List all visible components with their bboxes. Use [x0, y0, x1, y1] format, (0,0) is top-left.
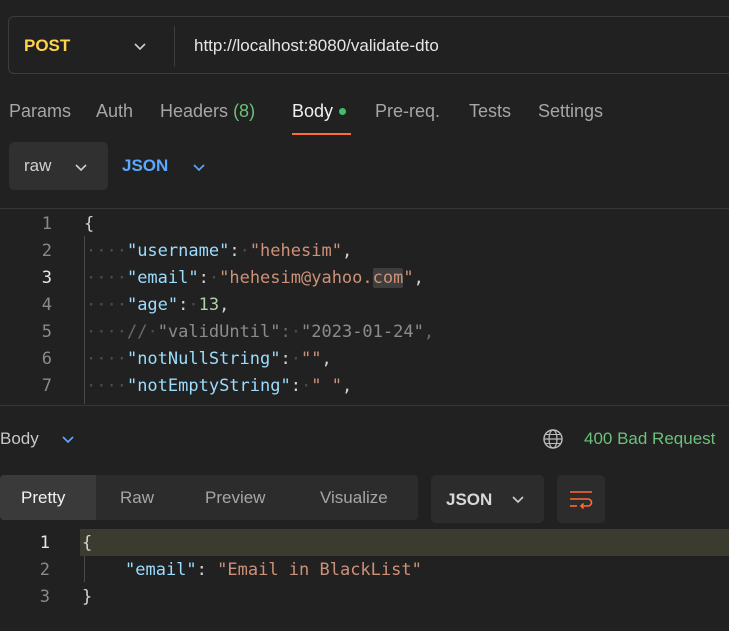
json-string: "": [300, 349, 322, 369]
line-number: 6: [41, 349, 52, 369]
comma: ,: [219, 295, 230, 315]
code-line[interactable]: ····"email":·"hehesim@yahoo.com",: [86, 268, 424, 288]
comma: ,: [413, 268, 424, 288]
json-string: "hehesim@yahoo.: [219, 268, 373, 288]
json-key: "email": [125, 560, 197, 580]
code-line[interactable]: ····"notEmptyString":·" ",: [86, 376, 352, 396]
chevron-down-icon[interactable]: [132, 38, 148, 54]
line-number: 3: [41, 268, 52, 288]
url-input[interactable]: http://localhost:8080/validate-dto: [194, 36, 439, 56]
comma: ,: [321, 349, 332, 369]
response-section-label[interactable]: Body: [0, 429, 39, 449]
commented-value: "2023-01-24": [301, 322, 424, 342]
brace: {: [84, 214, 95, 234]
tab-pre-request[interactable]: Pre-req.: [375, 101, 440, 122]
line-number: 3: [39, 587, 50, 607]
indent-whitespace: ····: [86, 268, 127, 288]
comment-marker: //: [126, 322, 148, 342]
json-key: "notNullString": [126, 349, 281, 369]
line-number: 2: [39, 560, 50, 580]
response-format-label: JSON: [446, 490, 493, 509]
code-line[interactable]: {: [82, 533, 92, 553]
colon: :: [280, 322, 291, 342]
json-number: 13: [198, 295, 220, 315]
json-string: ": [403, 268, 414, 288]
indent-whitespace: ····: [86, 376, 127, 396]
wrap-lines-icon: [570, 491, 593, 510]
code-line[interactable]: ····"username":·"hehesim",: [86, 241, 352, 261]
tab-params[interactable]: Params: [9, 101, 71, 122]
json-string: "hehesim": [249, 241, 342, 261]
tab-body-label: Body: [292, 101, 334, 121]
tab-preview[interactable]: Preview: [205, 488, 265, 508]
indent-whitespace: ····: [86, 322, 127, 342]
indent-guide: [84, 556, 85, 582]
body-mode-label: raw: [24, 156, 52, 175]
tab-visualize[interactable]: Visualize: [320, 488, 388, 508]
tab-raw[interactable]: Raw: [120, 488, 154, 508]
globe-icon[interactable]: [542, 428, 564, 450]
selection-highlight: com: [372, 268, 404, 288]
json-string: " ": [311, 376, 342, 396]
indent-whitespace: ····: [86, 241, 127, 261]
code-line[interactable]: "email": "Email in BlackList": [125, 560, 422, 580]
json-key: "age": [126, 295, 179, 315]
pane-divider[interactable]: [0, 405, 729, 406]
brace: }: [82, 587, 93, 607]
line-number: 2: [41, 241, 52, 261]
line-number: 5: [41, 322, 52, 342]
indent-whitespace: ····: [86, 295, 127, 315]
headers-count-badge: (8): [233, 101, 256, 121]
body-modified-dot: [339, 107, 347, 115]
colon: :: [290, 376, 301, 396]
colon: :: [229, 241, 240, 261]
code-line[interactable]: }: [82, 587, 92, 607]
comma: ,: [341, 241, 353, 261]
body-language-select[interactable]: JSON: [122, 156, 168, 176]
tab-settings[interactable]: Settings: [538, 101, 603, 122]
code-line[interactable]: {: [84, 214, 94, 234]
indent-whitespace: ····: [86, 349, 127, 369]
chevron-down-icon: [512, 496, 524, 504]
code-line[interactable]: ····"age":·13,: [86, 295, 229, 315]
chevron-down-icon: [193, 164, 205, 172]
colon: :: [280, 349, 291, 369]
status-badge[interactable]: 400 Bad Request: [584, 429, 715, 449]
json-key: "notEmptyString": [126, 376, 291, 396]
chevron-down-icon: [75, 164, 87, 172]
tab-tests[interactable]: Tests: [469, 101, 511, 122]
active-tab-indicator: [292, 133, 351, 135]
current-line-highlight: [80, 529, 729, 556]
line-number: 1: [41, 214, 52, 234]
tab-pretty[interactable]: Pretty: [21, 488, 65, 508]
brace: {: [82, 533, 93, 553]
json-key: "email": [126, 268, 199, 288]
code-line-comment[interactable]: ····//·"validUntil":·"2023-01-24",: [86, 322, 434, 342]
commented-key: "validUntil": [157, 322, 281, 342]
json-key: "username": [126, 241, 230, 261]
method-select[interactable]: POST: [24, 36, 70, 56]
line-number: 4: [41, 295, 52, 315]
code-line[interactable]: ····"notNullString":·"",: [86, 349, 332, 369]
tab-body[interactable]: Body: [292, 101, 347, 122]
tab-headers-label: Headers: [160, 101, 229, 121]
comma: ,: [423, 322, 435, 342]
colon: :: [198, 268, 209, 288]
comma: ,: [341, 376, 353, 396]
divider: [0, 208, 729, 209]
chevron-down-icon[interactable]: [60, 431, 76, 447]
json-string: "Email in BlackList": [217, 560, 422, 580]
tab-auth[interactable]: Auth: [96, 101, 133, 122]
colon: :: [178, 295, 189, 315]
tab-headers[interactable]: Headers (8): [160, 101, 255, 122]
indent-guide: [84, 236, 85, 404]
line-number: 1: [39, 533, 50, 553]
url-divider: [174, 26, 175, 66]
line-number: 7: [41, 376, 52, 396]
